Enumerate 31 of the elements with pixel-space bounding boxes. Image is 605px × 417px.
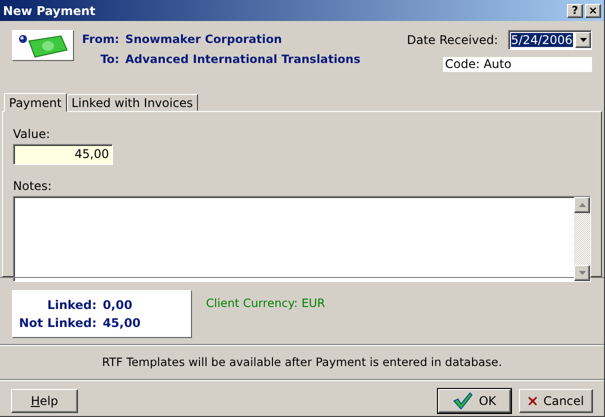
date-received-label: Date Received: xyxy=(406,33,498,47)
money-icon xyxy=(12,30,74,61)
close-icon[interactable]: × xyxy=(585,4,601,18)
not-linked-value: 45,00 xyxy=(102,316,141,330)
to-label: To: xyxy=(99,52,120,66)
window-title: New Payment xyxy=(3,4,96,18)
linked-value: 0,00 xyxy=(102,298,134,312)
notes-field[interactable] xyxy=(13,196,591,282)
checkmark-icon xyxy=(452,392,473,410)
value-field[interactable]: 45,00 xyxy=(13,144,113,165)
client-currency: Client Currency: EUR xyxy=(206,296,326,312)
help-button[interactable]: Help xyxy=(11,389,78,413)
dropdown-arrow-icon xyxy=(580,38,586,42)
linked-label: Linked: xyxy=(46,298,97,312)
scrollbar[interactable] xyxy=(574,197,590,281)
cancel-button[interactable]: Cancel xyxy=(519,389,593,413)
value-label: Value: xyxy=(13,127,51,141)
notes-label: Notes: xyxy=(13,179,53,193)
ok-button[interactable]: OK xyxy=(438,389,511,413)
tab[interactable]: Payment xyxy=(4,93,67,112)
scroll-down-icon xyxy=(578,271,586,275)
scroll-up-icon xyxy=(578,203,586,207)
not-linked-label: Not Linked: xyxy=(19,316,97,330)
from-label: From: xyxy=(82,32,120,46)
from-value: Snowmaker Corporation xyxy=(125,32,283,46)
date-field[interactable]: 5/24/2006 xyxy=(508,30,592,50)
tab[interactable]: Linked with Invoices xyxy=(66,94,198,111)
help-icon[interactable]: ? xyxy=(567,4,583,18)
to-value: Advanced International Translations xyxy=(125,52,360,66)
code-field: Code: Auto xyxy=(443,57,592,72)
rtf-message: RTF Templates will be available after Payment is entered in database. xyxy=(102,355,502,369)
